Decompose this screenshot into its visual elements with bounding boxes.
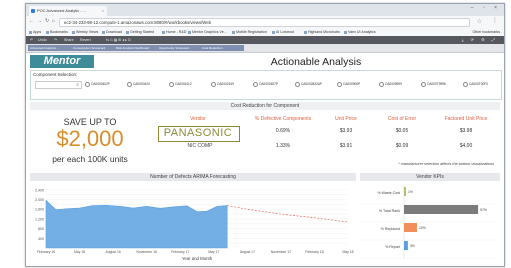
x-tick-label: February 16	[37, 250, 55, 254]
y-tick-label: 2,000	[35, 198, 44, 202]
kpi-value-label: 10%	[419, 226, 426, 230]
x-tick-label: August 17	[240, 250, 255, 254]
kpi-category-label: % Repair	[385, 245, 401, 249]
y-tick-label: 2,400	[35, 188, 44, 192]
y-tick-label: 400	[38, 237, 44, 241]
x-tick-label: August 16	[105, 250, 120, 254]
y-tick-label: 1,200	[35, 217, 44, 221]
kpi-value-label: 1%	[408, 190, 413, 194]
defects-area	[45, 199, 228, 249]
forecast-line	[227, 205, 349, 223]
y-tick-label: 1,600	[35, 208, 44, 212]
x-tick-label: May 17	[208, 250, 219, 254]
x-axis-label: Year and Month	[182, 256, 213, 261]
kpi-bar	[404, 241, 408, 250]
kpi-category-label: % Total Rank	[379, 209, 400, 213]
kpi-category-label: % Replaced	[381, 227, 400, 231]
x-tick-label: May 18	[342, 250, 353, 254]
charts-canvas: 400 800 1,200 1,600 2,000 2,400 February 16 May…	[35, 185, 496, 261]
kpi-bar	[404, 205, 479, 214]
forecast-chart: 400 800 1,200 1,600 2,000 2,400 February 16 May…	[35, 188, 354, 261]
x-tick-label: November 16	[136, 250, 156, 254]
kpi-category-label: % Waste Cost	[377, 191, 400, 195]
x-tick-label: February 17	[171, 250, 189, 254]
kpi-value-label: 57%	[480, 208, 487, 212]
kpi-bar	[404, 223, 417, 232]
kpi-bar	[404, 187, 406, 196]
browser-window: POC Advanced Analytic - ... × – ▫ × ← → …	[25, 3, 505, 267]
kpi-value-label: 3%	[410, 244, 415, 248]
x-tick-label: February 18	[305, 250, 323, 254]
x-tick-label: November 17	[271, 250, 291, 254]
y-tick-label: 800	[38, 227, 44, 231]
vendor-kpi-chart: % Waste Cost 1% % Total Rank 57% % Replaced 1…	[360, 185, 496, 259]
x-tick-label: May 16	[74, 250, 85, 254]
